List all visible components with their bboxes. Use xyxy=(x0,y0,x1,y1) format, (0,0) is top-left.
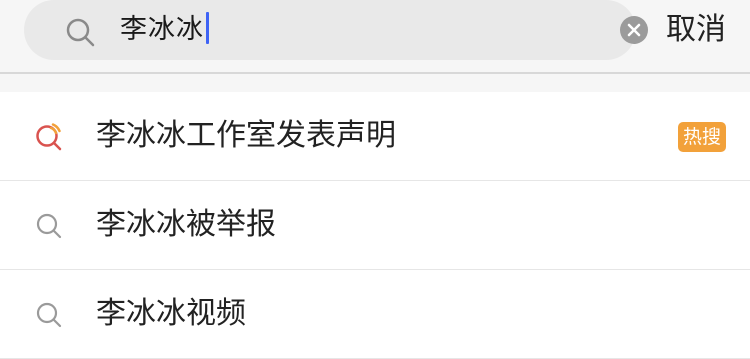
search-icon xyxy=(64,16,98,50)
hot-badge: 热搜 xyxy=(678,122,726,152)
search-input[interactable]: 李冰冰 xyxy=(24,0,648,60)
text-caret xyxy=(206,12,209,44)
search-header: 李冰冰 取消 xyxy=(0,0,750,72)
list-item-label: 李冰冰被举报 xyxy=(96,207,276,242)
section-gap xyxy=(0,74,750,92)
list-item[interactable]: 李冰冰被举报 xyxy=(0,181,750,270)
list-item-label: 李冰冰工作室发表声明 xyxy=(96,118,396,153)
list-item[interactable]: 李冰冰视频 xyxy=(0,270,750,359)
suggestion-list: 李冰冰工作室发表声明 热搜 李冰冰被举报 李冰冰视频 xyxy=(0,92,750,359)
hot-search-icon xyxy=(34,122,64,152)
list-item[interactable]: 李冰冰工作室发表声明 热搜 xyxy=(0,92,750,181)
clear-icon[interactable] xyxy=(620,16,648,44)
list-item-label: 李冰冰视频 xyxy=(96,296,246,331)
search-icon xyxy=(34,211,64,241)
cancel-button[interactable]: 取消 xyxy=(666,8,726,52)
search-icon xyxy=(34,300,64,330)
search-query-text[interactable]: 李冰冰 xyxy=(120,11,209,49)
